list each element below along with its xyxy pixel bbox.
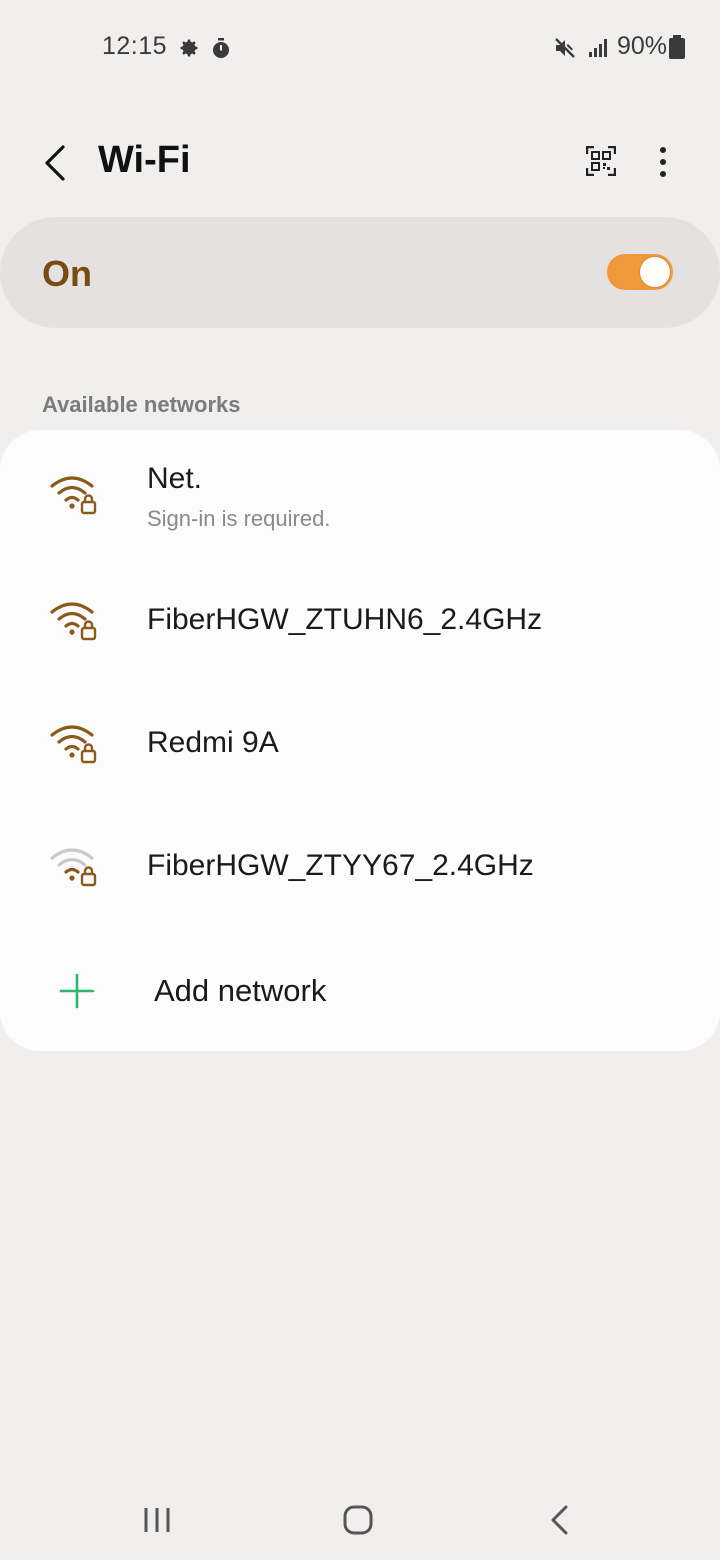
- home-button[interactable]: [328, 1498, 388, 1542]
- wifi-lock-icon: [50, 725, 97, 764]
- add-network-button[interactable]: Add network: [0, 930, 720, 1050]
- wifi-state-label: On: [42, 253, 92, 294]
- wifi-lock-icon: [50, 602, 97, 641]
- qr-code-button[interactable]: [580, 140, 622, 182]
- wifi-weak-lock-icon: [50, 848, 97, 887]
- qr-code-icon: [586, 146, 616, 176]
- app-header: Wi-Fi: [0, 120, 720, 210]
- network-name: FiberHGW_ZTYY67_2.4GHz: [147, 849, 534, 882]
- wifi-switch[interactable]: [607, 254, 673, 290]
- network-list: Net. Sign-in is required. FiberHGW_ZTUHN…: [0, 430, 720, 1051]
- back-button[interactable]: [30, 138, 80, 188]
- gear-icon: [180, 39, 198, 57]
- home-icon: [343, 1505, 373, 1535]
- network-status: Sign-in is required.: [147, 506, 331, 531]
- recents-icon: [144, 1508, 170, 1532]
- nav-back-button[interactable]: [530, 1498, 590, 1542]
- back-arrow-icon: [45, 145, 65, 181]
- back-icon: [551, 1505, 568, 1535]
- status-time: 12:15: [102, 32, 168, 60]
- network-item[interactable]: FiberHGW_ZTYY67_2.4GHz: [0, 806, 720, 926]
- switch-knob: [639, 256, 671, 288]
- plus-icon: [59, 973, 95, 1009]
- wifi-lock-icon: [50, 476, 97, 515]
- wifi-master-toggle[interactable]: On: [0, 217, 720, 328]
- network-item[interactable]: Redmi 9A: [0, 683, 720, 803]
- page-title: Wi-Fi: [98, 139, 191, 181]
- signal-icon: [589, 39, 607, 57]
- battery-icon: [669, 35, 685, 59]
- timer-icon: [213, 38, 229, 58]
- add-network-label: Add network: [154, 973, 327, 1008]
- recents-button[interactable]: [127, 1498, 187, 1542]
- network-name: FiberHGW_ZTUHN6_2.4GHz: [147, 603, 543, 636]
- more-vert-icon: [660, 147, 666, 177]
- battery-percentage: 90%: [617, 32, 668, 60]
- network-name: Redmi 9A: [147, 726, 279, 759]
- network-item[interactable]: FiberHGW_ZTUHN6_2.4GHz: [0, 560, 720, 680]
- more-options-button[interactable]: [645, 140, 681, 184]
- network-item[interactable]: Net. Sign-in is required.: [0, 430, 720, 550]
- section-header-available-networks: Available networks: [42, 392, 241, 417]
- system-nav-bar: [0, 1480, 720, 1560]
- mute-icon: [555, 38, 575, 58]
- status-bar: 12:15 90%: [0, 0, 720, 94]
- network-name: Net.: [147, 462, 203, 495]
